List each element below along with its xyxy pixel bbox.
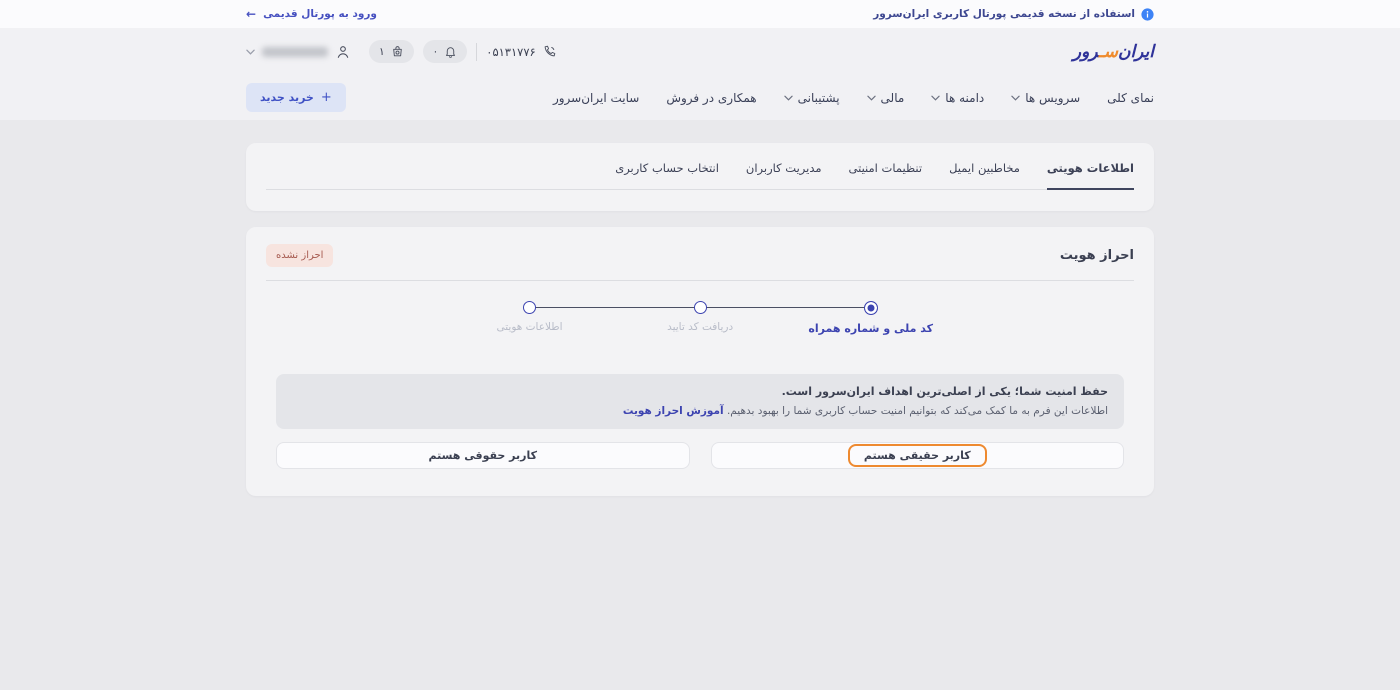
new-purchase-label: خرید جدید	[260, 91, 314, 104]
step-circle-active	[864, 301, 878, 315]
legacy-portal-link-label: ورود به پورتال قدیمی	[263, 8, 377, 20]
highlight-box: کاربر حقیقی هستم	[848, 444, 987, 467]
shopping-bag-icon	[391, 45, 404, 58]
main-nav-row: نمای کلی سرویس ها دامنه ها مالی پشتیبانی	[246, 75, 1154, 120]
info-icon	[1141, 8, 1154, 21]
status-badge: احراز نشده	[266, 244, 333, 267]
phone-icon	[542, 44, 557, 59]
header-band: ایران‌سـرور ۰۵۱۳۱۷۷۶ ۰	[0, 28, 1400, 120]
nav-item-affiliate[interactable]: همکاری در فروش	[666, 91, 756, 105]
step-circle	[694, 301, 707, 314]
user-name-masked	[262, 47, 328, 57]
chevron-down-icon	[1011, 95, 1020, 101]
bell-icon	[444, 45, 457, 58]
logo-accent: سـ	[1099, 42, 1118, 62]
page-title: احراز هویت	[1060, 248, 1134, 263]
legal-user-button[interactable]: کاربر حقوقی هستم	[276, 442, 690, 469]
step-national-id: کد ملی و شماره همراه	[785, 301, 956, 335]
verification-tutorial-link[interactable]: آموزش احراز هویت	[623, 405, 724, 417]
logo-part1: ایران‌	[1118, 42, 1154, 62]
divider	[266, 280, 1134, 281]
notifications-chip[interactable]: ۰	[423, 40, 468, 63]
header-row: ایران‌سـرور ۰۵۱۳۱۷۷۶ ۰	[246, 28, 1154, 75]
notification-count: ۰	[433, 46, 439, 58]
verification-stepper: کد ملی و شماره همراه دریافت کد تایید اطل…	[444, 301, 956, 335]
cart-chip[interactable]: ۱	[369, 40, 414, 63]
nav-item-overview[interactable]: نمای کلی	[1107, 91, 1154, 105]
tab-security-settings[interactable]: تنظیمات امنیتی	[849, 161, 923, 189]
cart-count: ۱	[379, 46, 385, 58]
tab-user-management[interactable]: مدیریت کاربران	[746, 161, 822, 189]
step-verification-code: دریافت کد تایید	[615, 301, 786, 335]
nav-item-support[interactable]: پشتیبانی	[784, 91, 840, 105]
main-nav: نمای کلی سرویس ها دامنه ها مالی پشتیبانی	[553, 91, 1154, 105]
iranserver-logo[interactable]: ایران‌سـرور	[1073, 42, 1154, 62]
user-icon	[335, 44, 351, 60]
legacy-portal-notice: استفاده از نسخه قدیمی پورتال کاربری ایرا…	[873, 8, 1154, 21]
chevron-down-icon	[931, 95, 940, 101]
plus-icon: +	[321, 90, 332, 105]
nav-item-domains[interactable]: دامنه ها	[931, 91, 984, 105]
header-utilities: ۰۵۱۳۱۷۷۶ ۰ ۱	[246, 40, 557, 63]
chevron-down-icon	[784, 95, 793, 101]
nav-item-billing[interactable]: مالی	[867, 91, 905, 105]
user-type-buttons: کاربر حقیقی هستم کاربر حقوقی هستم	[276, 442, 1124, 469]
page-body: اطلاعات هویتی مخاطبین ایمیل تنظیمات امنی…	[246, 143, 1154, 496]
tabs-card: اطلاعات هویتی مخاطبین ایمیل تنظیمات امنی…	[246, 143, 1154, 211]
tab-email-contacts[interactable]: مخاطبین ایمیل	[949, 161, 1020, 189]
settings-tabs: اطلاعات هویتی مخاطبین ایمیل تنظیمات امنی…	[266, 161, 1134, 190]
nav-item-services[interactable]: سرویس ها	[1011, 91, 1080, 105]
verification-card: احراز هویت احراز نشده کد ملی و شماره همر…	[246, 227, 1154, 496]
tab-identity-info[interactable]: اطلاعات هویتی	[1047, 161, 1134, 189]
chevron-down-icon	[867, 95, 876, 101]
security-notice-title: حفظ امنیت شما؛ یکی از اصلی‌ترین اهداف ای…	[292, 385, 1108, 398]
security-notice: حفظ امنیت شما؛ یکی از اصلی‌ترین اهداف ای…	[276, 374, 1124, 429]
new-purchase-button[interactable]: + خرید جدید	[246, 83, 346, 112]
legacy-portal-notice-text: استفاده از نسخه قدیمی پورتال کاربری ایرا…	[873, 8, 1135, 20]
step-identity-details: اطلاعات هویتی	[444, 301, 615, 335]
nav-item-website[interactable]: سایت ایران‌سرور	[553, 91, 639, 105]
account-menu[interactable]	[246, 44, 351, 60]
security-notice-body: اطلاعات این فرم به ما کمک می‌کند که بتوا…	[292, 405, 1108, 417]
tab-account-selection[interactable]: انتخاب حساب کاربری	[615, 161, 719, 189]
arrow-left-icon: ←	[246, 8, 256, 20]
chevron-down-icon	[246, 49, 255, 55]
legacy-portal-link[interactable]: ورود به پورتال قدیمی ←	[246, 8, 377, 20]
step-circle	[523, 301, 536, 314]
verification-header: احراز هویت احراز نشده	[266, 244, 1134, 267]
individual-user-button[interactable]: کاربر حقیقی هستم	[711, 442, 1125, 469]
phone-number: ۰۵۱۳۱۷۷۶	[486, 45, 535, 59]
top-notice-bar: استفاده از نسخه قدیمی پورتال کاربری ایرا…	[0, 0, 1400, 28]
logo-part2: رور	[1073, 42, 1099, 62]
divider	[476, 43, 477, 61]
support-phone: ۰۵۱۳۱۷۷۶	[486, 44, 556, 59]
